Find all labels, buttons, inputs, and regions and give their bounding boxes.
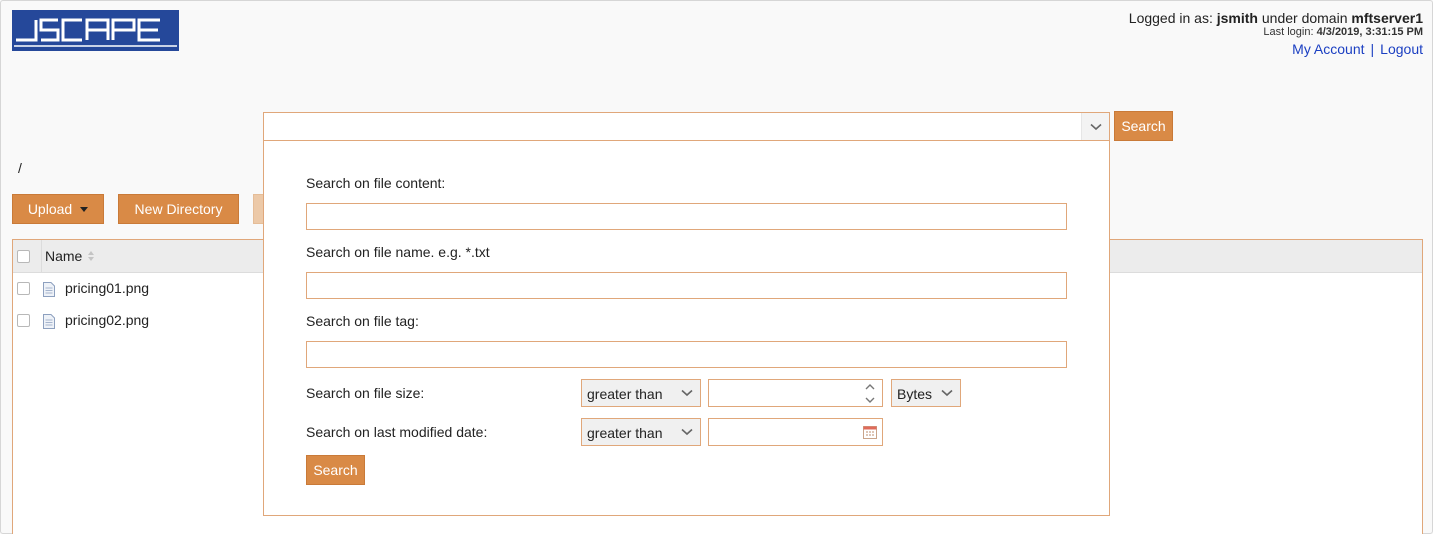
file-content-input[interactable] <box>306 203 1067 230</box>
calendar-button[interactable] <box>858 419 882 445</box>
logged-in-prefix: Logged in as: <box>1128 10 1213 26</box>
column-divider <box>41 240 42 273</box>
date-picker[interactable] <box>708 418 883 446</box>
chevron-down-icon <box>934 380 960 406</box>
file-name-input[interactable] <box>306 272 1067 299</box>
search-dropdown-toggle[interactable] <box>1081 113 1109 140</box>
last-login-line: Last login: 4/3/2019, 3:31:15 PM <box>1129 26 1423 39</box>
modified-date-label: Search on last modified date: <box>306 424 488 440</box>
select-all-checkbox[interactable] <box>17 250 30 263</box>
logged-in-line: Logged in as: jsmith under domain mftser… <box>1129 10 1423 26</box>
size-unit-select[interactable]: Bytes <box>891 379 961 407</box>
file-name[interactable]: pricing01.png <box>65 280 149 296</box>
name-column-header[interactable]: Name <box>45 248 82 264</box>
size-operator-select[interactable]: greater than <box>581 379 701 407</box>
advanced-search-panel: Search on file content: Search on file n… <box>263 140 1110 516</box>
search-button[interactable]: Search <box>1114 111 1173 141</box>
row-checkbox[interactable] <box>17 314 30 327</box>
upload-button[interactable]: Upload <box>12 194 104 224</box>
domain-name: mftserver1 <box>1351 10 1423 26</box>
search-combo[interactable] <box>263 112 1110 141</box>
size-value-stepper[interactable] <box>708 379 883 407</box>
chevron-down-icon <box>674 419 700 445</box>
caret-down-icon <box>80 206 89 212</box>
jscape-logo <box>12 10 179 51</box>
file-icon <box>43 282 55 297</box>
search-button-label: Search <box>1121 118 1166 134</box>
file-tag-input[interactable] <box>306 341 1067 368</box>
link-separator: | <box>1370 41 1375 57</box>
file-size-label: Search on file size: <box>306 385 425 401</box>
upload-label: Upload <box>27 201 73 217</box>
session-info: Logged in as: jsmith under domain mftser… <box>1129 10 1423 58</box>
date-operator-select[interactable]: greater than <box>581 418 701 446</box>
last-login-label: Last login: <box>1263 26 1314 38</box>
size-spinner[interactable] <box>858 380 882 406</box>
calendar-icon <box>863 426 877 439</box>
file-tag-label: Search on file tag: <box>306 313 419 329</box>
file-name[interactable]: pricing02.png <box>65 312 149 328</box>
chevron-up-icon[interactable] <box>865 383 875 390</box>
row-checkbox[interactable] <box>17 282 30 295</box>
my-account-link[interactable]: My Account <box>1292 41 1364 57</box>
chevron-down-icon <box>674 380 700 406</box>
advanced-search-button[interactable]: Search <box>306 455 365 485</box>
date-input[interactable] <box>709 419 857 445</box>
size-unit-value: Bytes <box>897 386 933 402</box>
new-directory-button[interactable]: New Directory <box>118 194 239 224</box>
last-login-value: 4/3/2019, 3:31:15 PM <box>1316 26 1423 38</box>
file-content-label: Search on file content: <box>306 175 446 191</box>
chevron-down-icon[interactable] <box>865 397 875 403</box>
date-operator-value: greater than <box>587 425 663 441</box>
size-operator-value: greater than <box>587 386 663 402</box>
advanced-search-button-label: Search <box>313 462 358 478</box>
logout-link[interactable]: Logout <box>1380 41 1423 57</box>
file-icon <box>43 314 55 329</box>
username: jsmith <box>1216 10 1258 26</box>
size-value-input[interactable] <box>709 380 857 406</box>
sort-icon[interactable] <box>87 250 95 262</box>
new-directory-label: New Directory <box>134 201 223 217</box>
file-name-label: Search on file name. e.g. *.txt <box>306 244 490 260</box>
account-links: My Account | Logout <box>1129 40 1423 58</box>
domain-prefix: under domain <box>1261 10 1348 26</box>
current-path: / <box>18 160 22 176</box>
search-input[interactable] <box>264 113 1080 140</box>
chevron-down-icon <box>1089 123 1102 130</box>
